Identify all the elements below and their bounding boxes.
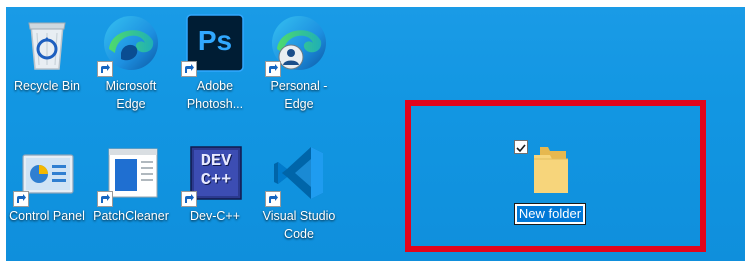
patchcleaner-shortcut[interactable]: PatchCleaner	[90, 143, 172, 225]
microsoft-edge-shortcut[interactable]: Microsoft Edge	[90, 13, 172, 113]
adobe-photoshop-label: Adobe Photosh...	[186, 79, 244, 111]
control-panel-shortcut[interactable]: Control Panel	[6, 143, 88, 225]
personal-edge-label: Personal - Edge	[270, 79, 328, 111]
desktop[interactable]: Recycle Bin Microsoft Edge Ps Adobe Phot…	[6, 7, 745, 261]
folder-icon	[526, 137, 574, 197]
control-panel-icon	[13, 143, 77, 207]
visual-studio-code-label: Visual Studio Code	[262, 209, 336, 241]
shortcut-arrow-icon	[97, 61, 113, 77]
personal-edge-shortcut[interactable]: Personal - Edge	[258, 13, 340, 113]
shortcut-arrow-icon	[265, 191, 281, 207]
devcpp-icon-text: DEV C++	[200, 152, 232, 190]
control-panel-label: Control Panel	[9, 209, 85, 223]
shortcut-arrow-icon	[13, 191, 29, 207]
folder-name-selection[interactable]: New folder	[516, 206, 584, 222]
photoshop-icon-text: Ps	[197, 25, 233, 56]
microsoft-edge-label: Microsoft Edge	[105, 79, 157, 111]
patchcleaner-icon	[97, 143, 161, 207]
dev-cpp-label: Dev-C++	[189, 209, 241, 223]
vscode-icon	[265, 143, 329, 207]
shortcut-arrow-icon	[181, 191, 197, 207]
rename-textbox[interactable]: New folder	[513, 203, 587, 225]
edge-icon	[97, 13, 161, 77]
shortcut-arrow-icon	[97, 191, 113, 207]
shortcut-arrow-icon	[265, 61, 281, 77]
dev-cpp-shortcut[interactable]: DEV C++ Dev-C++	[174, 143, 256, 225]
adobe-photoshop-shortcut[interactable]: Ps Adobe Photosh...	[174, 13, 256, 113]
recycle-bin-label: Recycle Bin	[14, 79, 80, 93]
shortcut-arrow-icon	[181, 61, 197, 77]
new-folder-item[interactable]: New folder	[505, 137, 595, 225]
patchcleaner-label: PatchCleaner	[93, 209, 169, 223]
recycle-bin-icon	[17, 13, 77, 73]
photoshop-icon: Ps	[181, 13, 245, 77]
edge-profile-icon	[265, 13, 329, 77]
visual-studio-code-shortcut[interactable]: Visual Studio Code	[258, 143, 340, 243]
devcpp-icon: DEV C++	[181, 143, 245, 207]
recycle-bin-shortcut[interactable]: Recycle Bin	[6, 13, 88, 95]
